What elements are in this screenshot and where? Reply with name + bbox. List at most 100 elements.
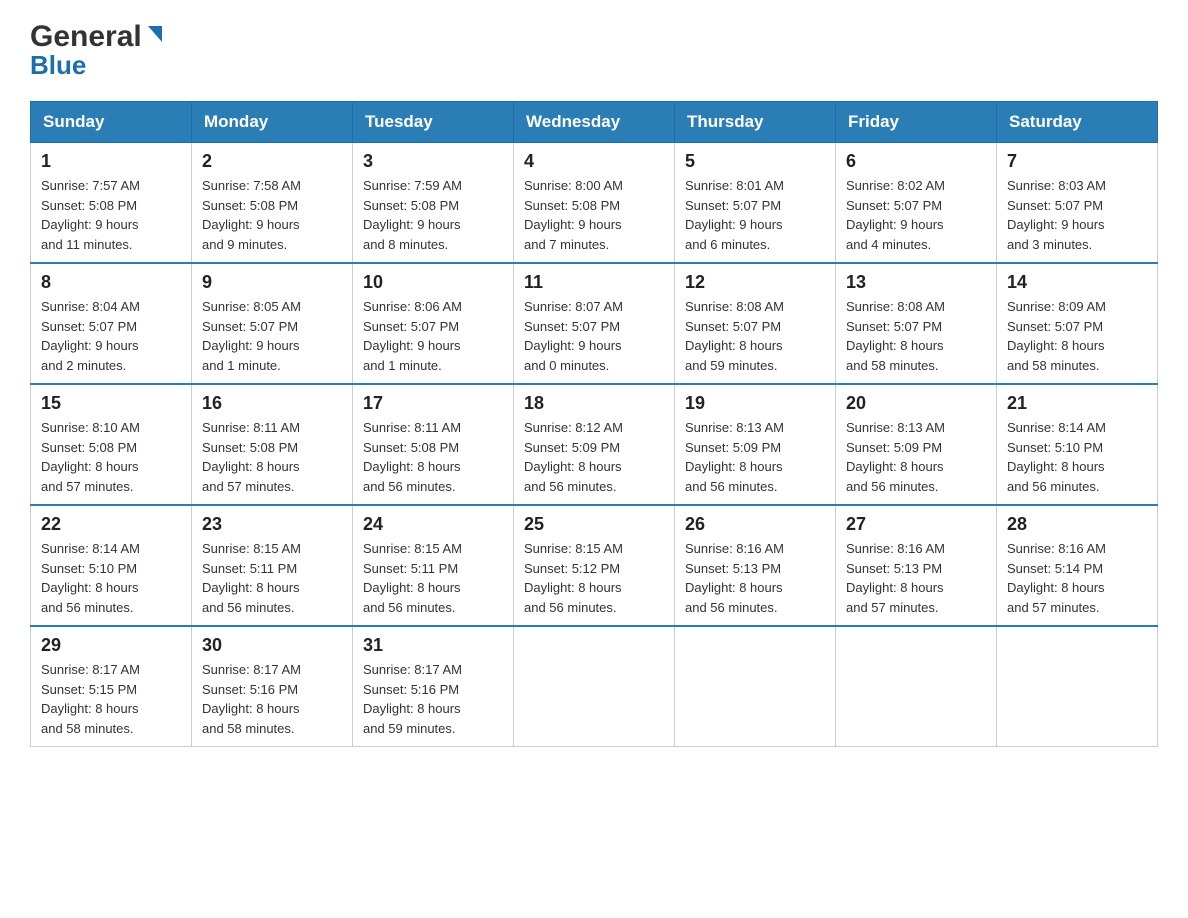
day-number: 8	[41, 272, 181, 293]
day-info: Sunrise: 8:13 AMSunset: 5:09 PMDaylight:…	[685, 418, 825, 496]
day-number: 7	[1007, 151, 1147, 172]
day-number: 5	[685, 151, 825, 172]
day-number: 29	[41, 635, 181, 656]
day-number: 31	[363, 635, 503, 656]
day-number: 14	[1007, 272, 1147, 293]
calendar-cell: 10 Sunrise: 8:06 AMSunset: 5:07 PMDayligh…	[353, 263, 514, 384]
day-number: 10	[363, 272, 503, 293]
day-info: Sunrise: 7:57 AMSunset: 5:08 PMDaylight:…	[41, 176, 181, 254]
day-info: Sunrise: 8:08 AMSunset: 5:07 PMDaylight:…	[846, 297, 986, 375]
calendar-cell: 21 Sunrise: 8:14 AMSunset: 5:10 PMDayligh…	[997, 384, 1158, 505]
calendar-cell: 19 Sunrise: 8:13 AMSunset: 5:09 PMDayligh…	[675, 384, 836, 505]
calendar-cell: 7 Sunrise: 8:03 AMSunset: 5:07 PMDaylight…	[997, 143, 1158, 264]
day-info: Sunrise: 8:15 AMSunset: 5:11 PMDaylight:…	[363, 539, 503, 617]
day-header-thursday: Thursday	[675, 102, 836, 143]
calendar-cell: 2Sunrise: 7:58 AMSunset: 5:08 PMDaylight…	[192, 143, 353, 264]
calendar-week-1: 1Sunrise: 7:57 AMSunset: 5:08 PMDaylight…	[31, 143, 1158, 264]
day-number: 21	[1007, 393, 1147, 414]
day-number: 12	[685, 272, 825, 293]
day-info: Sunrise: 8:01 AMSunset: 5:07 PMDaylight:…	[685, 176, 825, 254]
day-number: 25	[524, 514, 664, 535]
day-info: Sunrise: 8:05 AMSunset: 5:07 PMDaylight:…	[202, 297, 342, 375]
calendar-cell: 24 Sunrise: 8:15 AMSunset: 5:11 PMDayligh…	[353, 505, 514, 626]
day-number: 23	[202, 514, 342, 535]
calendar-cell: 5 Sunrise: 8:01 AMSunset: 5:07 PMDaylight…	[675, 143, 836, 264]
day-number: 9	[202, 272, 342, 293]
day-info: Sunrise: 8:16 AMSunset: 5:13 PMDaylight:…	[846, 539, 986, 617]
logo-general-text: General	[30, 20, 142, 54]
day-info: Sunrise: 8:14 AMSunset: 5:10 PMDaylight:…	[41, 539, 181, 617]
day-info: Sunrise: 8:04 AMSunset: 5:07 PMDaylight:…	[41, 297, 181, 375]
day-number: 6	[846, 151, 986, 172]
logo-arrow-icon	[144, 26, 166, 48]
day-info: Sunrise: 8:11 AMSunset: 5:08 PMDaylight:…	[202, 418, 342, 496]
day-info: Sunrise: 8:14 AMSunset: 5:10 PMDaylight:…	[1007, 418, 1147, 496]
day-number: 30	[202, 635, 342, 656]
day-info: Sunrise: 8:08 AMSunset: 5:07 PMDaylight:…	[685, 297, 825, 375]
calendar-cell: 9 Sunrise: 8:05 AMSunset: 5:07 PMDaylight…	[192, 263, 353, 384]
day-header-sunday: Sunday	[31, 102, 192, 143]
calendar-cell	[675, 626, 836, 747]
day-info: Sunrise: 7:58 AMSunset: 5:08 PMDaylight:…	[202, 176, 342, 254]
day-number: 17	[363, 393, 503, 414]
calendar-cell: 8 Sunrise: 8:04 AMSunset: 5:07 PMDaylight…	[31, 263, 192, 384]
calendar-cell: 26Sunrise: 8:16 AMSunset: 5:13 PMDayligh…	[675, 505, 836, 626]
day-header-friday: Friday	[836, 102, 997, 143]
day-number: 18	[524, 393, 664, 414]
day-number: 22	[41, 514, 181, 535]
day-info: Sunrise: 8:17 AMSunset: 5:15 PMDaylight:…	[41, 660, 181, 738]
calendar-table: SundayMondayTuesdayWednesdayThursdayFrid…	[30, 101, 1158, 747]
day-header-monday: Monday	[192, 102, 353, 143]
day-number: 11	[524, 272, 664, 293]
calendar-cell: 30 Sunrise: 8:17 AMSunset: 5:16 PMDayligh…	[192, 626, 353, 747]
calendar-cell: 28Sunrise: 8:16 AMSunset: 5:14 PMDayligh…	[997, 505, 1158, 626]
day-info: Sunrise: 7:59 AMSunset: 5:08 PMDaylight:…	[363, 176, 503, 254]
day-info: Sunrise: 8:06 AMSunset: 5:07 PMDaylight:…	[363, 297, 503, 375]
calendar-cell: 15 Sunrise: 8:10 AMSunset: 5:08 PMDayligh…	[31, 384, 192, 505]
day-number: 24	[363, 514, 503, 535]
day-info: Sunrise: 8:11 AMSunset: 5:08 PMDaylight:…	[363, 418, 503, 496]
logo-blue-text: Blue	[30, 50, 86, 81]
day-info: Sunrise: 8:17 AMSunset: 5:16 PMDaylight:…	[363, 660, 503, 738]
calendar-cell: 29 Sunrise: 8:17 AMSunset: 5:15 PMDayligh…	[31, 626, 192, 747]
calendar-cell: 4Sunrise: 8:00 AMSunset: 5:08 PMDaylight…	[514, 143, 675, 264]
calendar-cell: 18 Sunrise: 8:12 AMSunset: 5:09 PMDayligh…	[514, 384, 675, 505]
day-info: Sunrise: 8:15 AMSunset: 5:11 PMDaylight:…	[202, 539, 342, 617]
calendar-cell: 12 Sunrise: 8:08 AMSunset: 5:07 PMDayligh…	[675, 263, 836, 384]
calendar-cell: 13Sunrise: 8:08 AMSunset: 5:07 PMDayligh…	[836, 263, 997, 384]
day-number: 19	[685, 393, 825, 414]
calendar-cell: 14 Sunrise: 8:09 AMSunset: 5:07 PMDayligh…	[997, 263, 1158, 384]
day-header-wednesday: Wednesday	[514, 102, 675, 143]
logo: General Blue	[30, 20, 166, 81]
day-number: 20	[846, 393, 986, 414]
calendar-cell: 3 Sunrise: 7:59 AMSunset: 5:08 PMDaylight…	[353, 143, 514, 264]
calendar-week-5: 29 Sunrise: 8:17 AMSunset: 5:15 PMDayligh…	[31, 626, 1158, 747]
calendar-header-row: SundayMondayTuesdayWednesdayThursdayFrid…	[31, 102, 1158, 143]
day-number: 26	[685, 514, 825, 535]
day-info: Sunrise: 8:12 AMSunset: 5:09 PMDaylight:…	[524, 418, 664, 496]
day-info: Sunrise: 8:02 AMSunset: 5:07 PMDaylight:…	[846, 176, 986, 254]
day-number: 15	[41, 393, 181, 414]
day-number: 3	[363, 151, 503, 172]
calendar-cell	[997, 626, 1158, 747]
calendar-cell: 16 Sunrise: 8:11 AMSunset: 5:08 PMDayligh…	[192, 384, 353, 505]
day-number: 16	[202, 393, 342, 414]
page-header: General Blue	[30, 20, 1158, 81]
day-header-tuesday: Tuesday	[353, 102, 514, 143]
day-number: 4	[524, 151, 664, 172]
day-number: 28	[1007, 514, 1147, 535]
calendar-cell: 20 Sunrise: 8:13 AMSunset: 5:09 PMDayligh…	[836, 384, 997, 505]
calendar-week-4: 22 Sunrise: 8:14 AMSunset: 5:10 PMDayligh…	[31, 505, 1158, 626]
day-info: Sunrise: 8:10 AMSunset: 5:08 PMDaylight:…	[41, 418, 181, 496]
day-info: Sunrise: 8:03 AMSunset: 5:07 PMDaylight:…	[1007, 176, 1147, 254]
calendar-cell: 6 Sunrise: 8:02 AMSunset: 5:07 PMDaylight…	[836, 143, 997, 264]
day-info: Sunrise: 8:15 AMSunset: 5:12 PMDaylight:…	[524, 539, 664, 617]
day-info: Sunrise: 8:13 AMSunset: 5:09 PMDaylight:…	[846, 418, 986, 496]
day-info: Sunrise: 8:09 AMSunset: 5:07 PMDaylight:…	[1007, 297, 1147, 375]
calendar-cell	[514, 626, 675, 747]
day-header-saturday: Saturday	[997, 102, 1158, 143]
day-info: Sunrise: 8:17 AMSunset: 5:16 PMDaylight:…	[202, 660, 342, 738]
calendar-cell: 11Sunrise: 8:07 AMSunset: 5:07 PMDayligh…	[514, 263, 675, 384]
calendar-cell: 23 Sunrise: 8:15 AMSunset: 5:11 PMDayligh…	[192, 505, 353, 626]
calendar-week-2: 8 Sunrise: 8:04 AMSunset: 5:07 PMDaylight…	[31, 263, 1158, 384]
